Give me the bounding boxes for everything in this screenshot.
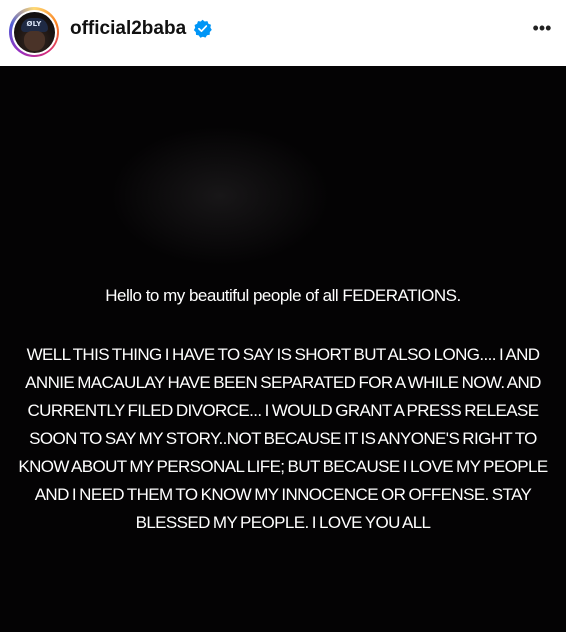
verified-badge-icon <box>193 19 212 38</box>
greeting-text: Hello to my beautiful people of all FEDE… <box>105 286 461 305</box>
post-header: ØLY official2baba ••• <box>0 0 566 66</box>
more-options-button[interactable]: ••• <box>528 14 556 42</box>
story-ring[interactable]: ØLY <box>9 7 59 57</box>
post-image[interactable]: Hello to my beautiful people of all FEDE… <box>0 66 566 632</box>
instagram-post: ØLY official2baba ••• Hello to my beauti… <box>0 0 566 632</box>
avatar-face <box>23 30 45 51</box>
more-horizontal-icon: ••• <box>532 17 552 38</box>
avatar-cap: ØLY <box>20 17 48 32</box>
background-haze <box>110 126 330 266</box>
avatar-border: ØLY <box>11 9 57 55</box>
message-text: WELL THIS THING I HAVE TO SAY IS SHORT B… <box>18 345 548 532</box>
avatar-cap-text: ØLY <box>26 19 42 28</box>
avatar[interactable]: ØLY <box>13 11 55 53</box>
username[interactable]: official2baba <box>70 17 186 41</box>
